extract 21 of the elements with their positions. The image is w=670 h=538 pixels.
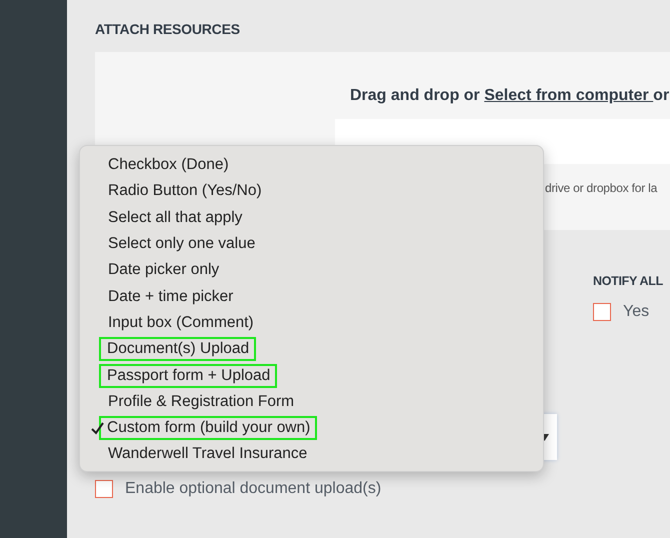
menu-item[interactable]: Passport form + Upload [101,366,276,386]
menu-item[interactable]: Profile & Registration Form [108,392,300,412]
checkbox[interactable] [593,303,611,321]
menu-item[interactable]: Radio Button (Yes/No) [108,181,267,202]
upload-hint: drive or dropbox for la [545,181,658,195]
section-title: ATTACH RESOURCES [95,21,240,37]
checkbox-label: Enable optional document upload(s) [125,480,382,498]
menu-item[interactable]: Date picker only [108,260,224,280]
notify-title: NOTIFY ALL [593,274,663,288]
menu-item[interactable]: Checkbox (Done) [108,155,234,176]
upload-prompt: Drag and drop or Select from computer or [350,87,670,105]
checkbox-label: Yes [623,303,650,321]
checkbox[interactable] [95,480,113,498]
menu-item[interactable]: Input box (Comment) [108,312,259,333]
select-link[interactable]: Select from computer [484,87,654,104]
menu-item[interactable]: Custom form (build your own) [101,418,316,438]
menu-item[interactable]: Document(s) Upload [101,339,254,360]
menu-item[interactable]: Date + time picker [108,286,238,307]
menu-item[interactable]: Select only one value [108,234,260,254]
menu-item[interactable]: Select all that apply [108,208,248,228]
menu-item[interactable]: Wanderwell Travel Insurance [108,444,312,464]
